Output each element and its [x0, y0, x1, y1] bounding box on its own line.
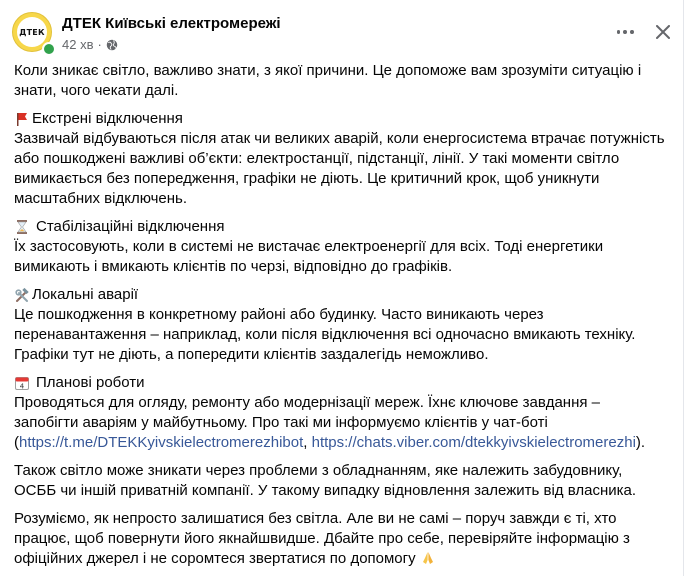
viber-bot-link[interactable]: https://chats.viber.com/dtekkyivskielect… — [312, 434, 636, 451]
stabilization-heading: Стабілізаційні відключення — [14, 217, 668, 237]
post-header: ДТЕК ДТЕК Київські електромережі 42 хв · — [12, 12, 671, 58]
closing-sentence: Розуміємо, як непросто залишатися без св… — [14, 510, 630, 567]
dtek-logo-icon: ДТЕК — [17, 17, 47, 47]
post-body: Коли зникає світло, важливо знати, з яко… — [14, 61, 668, 569]
local-heading: Локальні аварії — [14, 285, 668, 305]
folded-hands-icon — [422, 552, 433, 564]
other-causes-text: Також світло може зникати через проблеми… — [14, 462, 637, 499]
red-flag-icon — [17, 113, 27, 126]
online-status-dot — [42, 42, 56, 56]
more-options-button[interactable] — [615, 22, 635, 42]
svg-text:4: 4 — [20, 383, 25, 391]
close-icon — [656, 25, 670, 39]
hammer-and-wrench-icon — [15, 287, 29, 302]
post-timestamp[interactable]: 42 хв — [62, 37, 93, 52]
page-avatar[interactable]: ДТЕК — [12, 12, 56, 56]
hourglass-icon — [17, 220, 27, 234]
page-name-link[interactable]: ДТЕК Київські електромережі — [62, 15, 281, 32]
planned-title: Планові роботи — [36, 374, 145, 391]
planned-heading: 4 Планові роботи — [14, 373, 668, 393]
local-text: Це пошкодження в конкретному районі або … — [14, 306, 636, 363]
post-card: ДТЕК ДТЕК Київські електромережі 42 хв ·… — [0, 0, 684, 576]
globe-icon[interactable] — [106, 39, 118, 51]
intro-paragraph: Коли зникає світло, важливо знати, з яко… — [14, 62, 642, 99]
stabilization-title: Стабілізаційні відключення — [36, 218, 225, 235]
post-meta: 42 хв · — [62, 37, 118, 52]
more-options-icon — [616, 30, 621, 34]
more-dot — [623, 30, 627, 34]
meta-separator: · — [97, 37, 102, 52]
calendar-icon: 4 — [15, 377, 29, 391]
more-dot — [629, 30, 634, 34]
emergency-title: Екстрені відключення — [32, 110, 183, 127]
local-title: Локальні аварії — [32, 286, 139, 303]
close-button[interactable] — [649, 18, 677, 46]
emergency-text: Зазвичай відбуваються після атак чи вели… — [14, 130, 665, 207]
telegram-bot-link[interactable]: https://t.me/DTEKKyivskielectromerezhibo… — [19, 434, 303, 451]
emergency-heading: Екстрені відключення — [14, 109, 668, 129]
avatar-text: ДТЕК — [19, 27, 45, 37]
planned-description: Проводяться для огляду, ремонту або моде… — [14, 394, 600, 431]
planned-text: Проводяться для огляду, ремонту або моде… — [14, 393, 668, 453]
planned-close-paren: ). — [635, 434, 646, 451]
stabilization-text: Їх застосовують, коли в системі не виста… — [14, 238, 604, 275]
closing-text: Розуміємо, як непросто залишатися без св… — [14, 509, 668, 569]
link-separator: , — [303, 434, 312, 451]
